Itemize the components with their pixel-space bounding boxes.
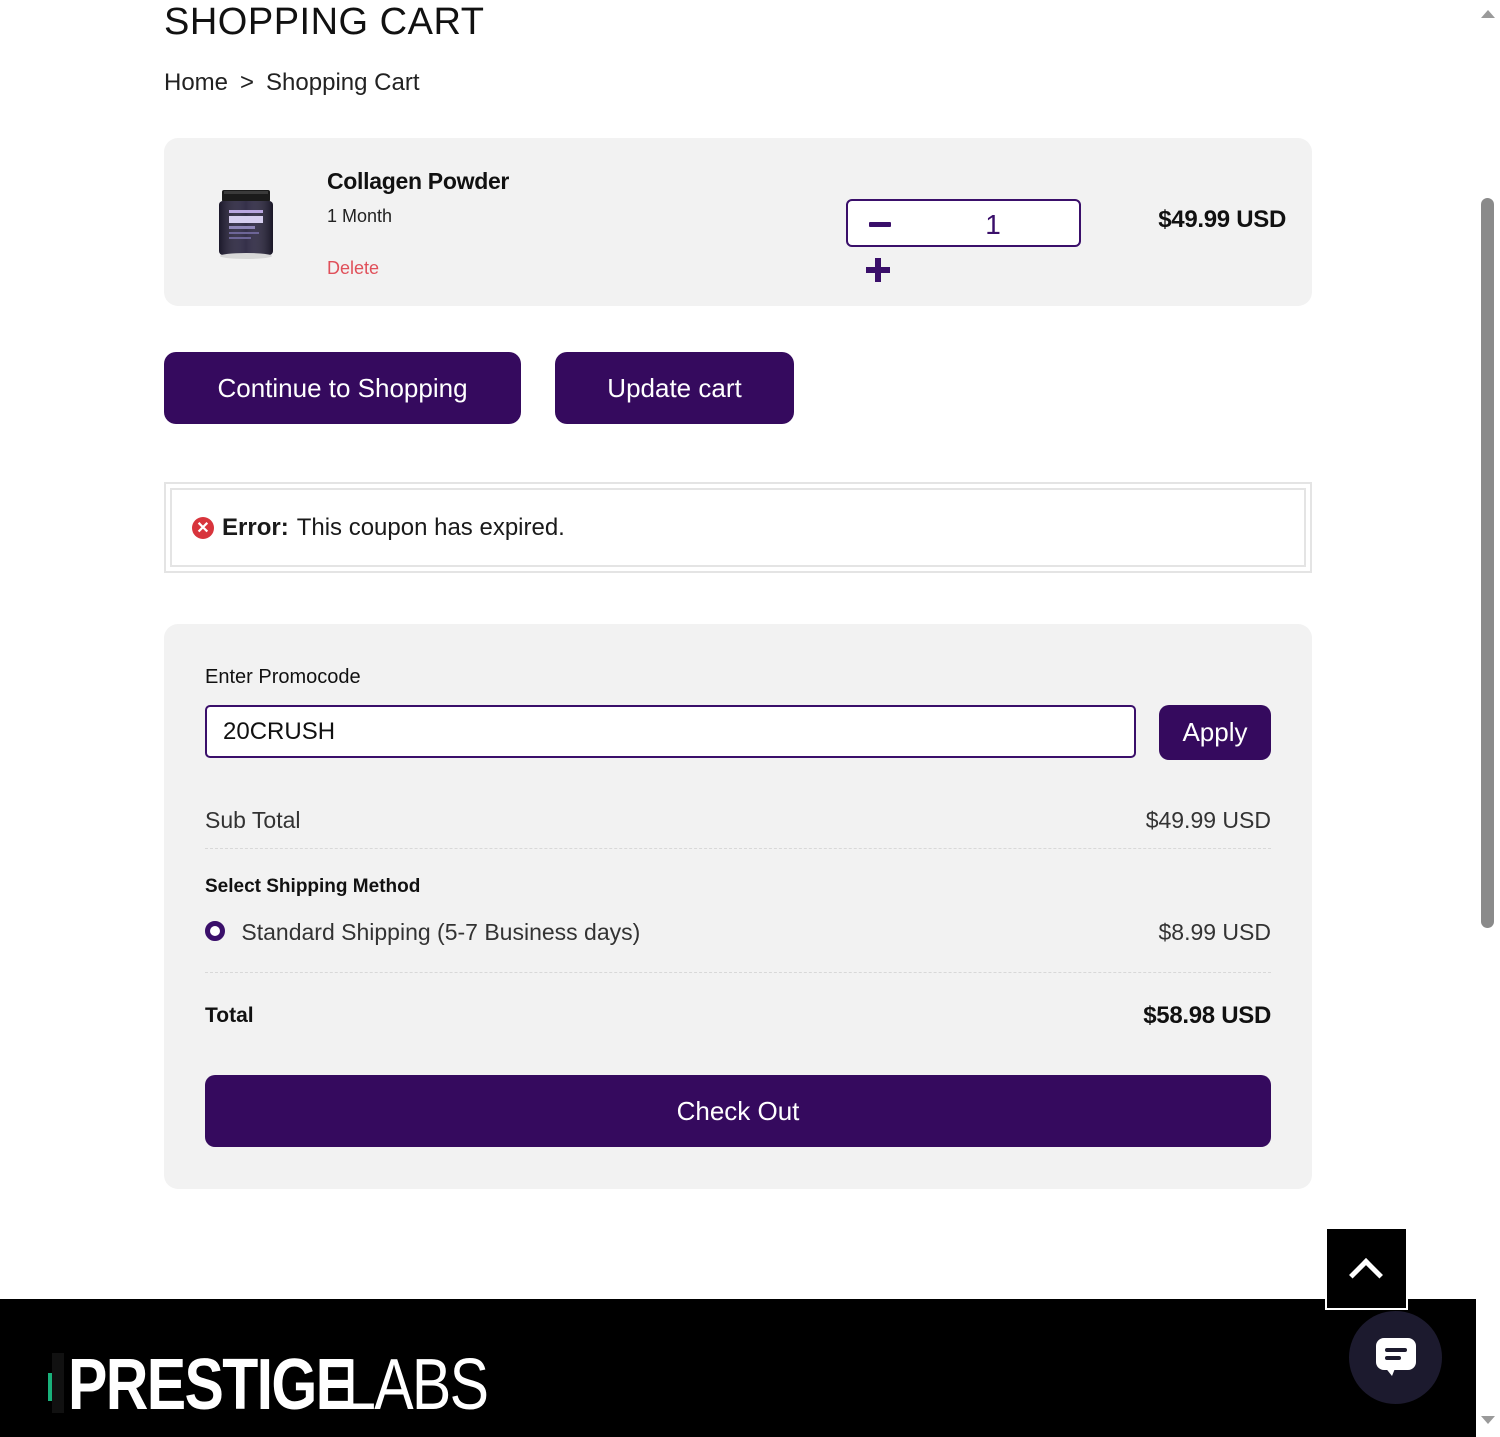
error-x-icon: ✕ (192, 516, 214, 539)
promo-code-input[interactable] (205, 705, 1136, 758)
apply-button[interactable]: Apply (1159, 705, 1271, 760)
page-title: SHOPPING CART (164, 1, 485, 43)
breadcrumb-current: Shopping Cart (266, 69, 420, 96)
back-to-top-button[interactable] (1325, 1227, 1408, 1310)
total-label: Total (205, 1004, 254, 1027)
scrollbar-thumb[interactable] (1481, 198, 1494, 928)
shipping-option-label[interactable]: Standard Shipping (5-7 Business days) (241, 919, 640, 945)
cart-item: Collagen Powder 1 Month Delete 1 $49.99 … (164, 138, 1312, 306)
total-row: Total $58.98 USD (205, 998, 1271, 1034)
divider (205, 848, 1271, 849)
logo-text-bold: PRESTIGE (68, 1345, 355, 1425)
product-name[interactable]: Collagen Powder (327, 168, 509, 195)
logo-mark-icon (48, 1351, 64, 1419)
prestige-labs-logo[interactable]: PRESTIGE LABS (48, 1345, 519, 1425)
scrollbar[interactable] (1476, 0, 1500, 1437)
error-notice-inner: ✕ Error: This coupon has expired. (170, 488, 1306, 567)
divider (205, 972, 1271, 973)
shipping-row[interactable]: Standard Shipping (5-7 Business days) $8… (205, 914, 1271, 950)
error-notice: ✕ Error: This coupon has expired. (164, 482, 1312, 573)
breadcrumb: Home > Shopping Cart (164, 68, 419, 98)
delete-link[interactable]: Delete (327, 258, 379, 279)
radio-selected-icon[interactable] (205, 921, 225, 942)
chevron-up-icon (1349, 1258, 1383, 1292)
subtotal-label: Sub Total (205, 806, 301, 833)
order-summary: Enter Promocode Apply Sub Total $49.99 U… (164, 624, 1312, 1189)
continue-shopping-button[interactable]: Continue to Shopping (164, 352, 521, 424)
total-value: $58.98 USD (1143, 1002, 1271, 1029)
quantity-input[interactable]: 1 (983, 209, 1003, 241)
shipping-option[interactable]: Standard Shipping (5-7 Business days) (205, 919, 640, 946)
scroll-down-arrow-icon[interactable] (1481, 1416, 1495, 1424)
error-label: Error: (222, 513, 289, 541)
product-variant: 1 Month (327, 206, 393, 226)
logo-text-light: LABS (343, 1345, 489, 1425)
error-message: This coupon has expired. (296, 513, 565, 541)
breadcrumb-home[interactable]: Home (164, 68, 228, 98)
promo-label: Enter Promocode (205, 666, 361, 688)
quantity-stepper: 1 (846, 199, 1081, 247)
plus-icon[interactable] (864, 256, 892, 284)
subtotal-row: Sub Total $49.99 USD (205, 802, 1271, 838)
update-cart-button[interactable]: Update cart (555, 352, 794, 424)
shipping-value: $8.99 USD (1158, 918, 1271, 945)
chat-bubble-icon (1376, 1338, 1416, 1376)
collagen-jar-image[interactable] (216, 188, 276, 260)
footer: PRESTIGE LABS (0, 1299, 1476, 1437)
minus-icon[interactable] (866, 211, 894, 237)
checkout-button[interactable]: Check Out (205, 1075, 1271, 1147)
scroll-up-arrow-icon[interactable] (1481, 10, 1495, 18)
subtotal-value: $49.99 USD (1145, 806, 1271, 833)
chat-button[interactable] (1349, 1311, 1442, 1404)
shipping-heading: Select Shipping Method (205, 876, 421, 897)
item-price: $49.99 USD (1158, 206, 1286, 233)
page: SHOPPING CART Home > Shopping Cart Colla… (0, 0, 1476, 1437)
breadcrumb-separator: > (240, 69, 255, 96)
